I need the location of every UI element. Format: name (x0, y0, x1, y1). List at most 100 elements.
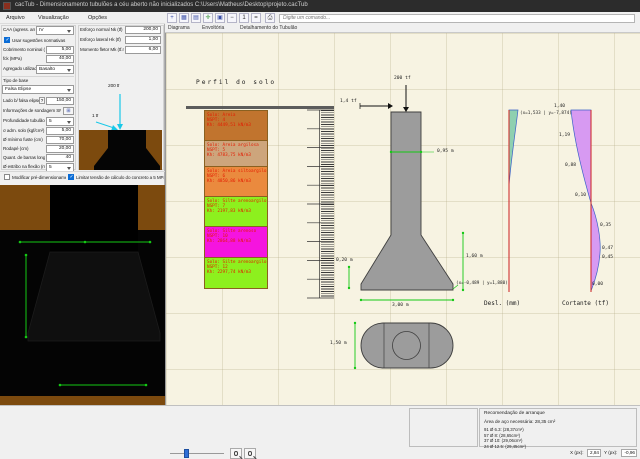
lado-b-input[interactable]: 150,00 (46, 97, 74, 105)
depth-ruler (307, 110, 334, 298)
fck-input[interactable]: 40,00 (46, 55, 74, 63)
fck-label: fck (MPa) (3, 56, 45, 61)
shear-value: 0,00 (592, 282, 603, 287)
agregado-select[interactable]: Basalto (36, 65, 74, 74)
app-icon (3, 2, 11, 10)
caa-label: CAA (agress. ambiental) (3, 27, 35, 32)
esforco-normal-input[interactable]: 200,00 (125, 26, 161, 34)
frame-button[interactable]: ▣ (215, 13, 225, 23)
x-coordinate-value: 2,84 (587, 449, 601, 457)
dim-rodape: 0,20 m (336, 258, 353, 263)
rebar-option: 37 Ø 10: (29,06cm²) (484, 438, 522, 443)
momento-label: Momento fletor Mk (tf.m) (80, 47, 124, 52)
mini-preview-drawing (78, 86, 163, 170)
rebar-option: 57 Ø 8: (28,65cm²) (484, 433, 520, 438)
grid-button[interactable]: ▦ (179, 13, 189, 23)
limitar-checkbox[interactable] (68, 174, 74, 180)
drawing-canvas[interactable]: Perfil do solo Solo: Areia NSPT: 4 Kh: 4… (165, 33, 640, 405)
add-green-button[interactable]: ✛ (203, 13, 213, 23)
minus-button[interactable]: − (227, 13, 237, 23)
profundidade-select[interactable]: 5 (46, 117, 74, 126)
load-arrows (360, 85, 406, 109)
fuste-min-input[interactable]: 70,00 (46, 136, 74, 144)
tipo-base-label: Tipo de base (3, 78, 53, 83)
tab-envoltoria[interactable]: Envoltória (202, 25, 224, 31)
divider (2, 76, 74, 77)
rodape-label: Rodapé (cm) (3, 146, 45, 151)
zoom-slider-track[interactable] (170, 453, 224, 454)
sondagem-button[interactable]: ⊞ (63, 107, 74, 115)
base-coordinate-annotation: (x=-0,489 | y=1,880) (456, 281, 508, 286)
profundidade-label: Profundidade tubulão (m) (3, 118, 45, 123)
add-button[interactable]: + (167, 13, 177, 23)
shear-diagram (571, 110, 600, 292)
displacement-diagram (509, 110, 518, 292)
elevation-lateral-load: 1,4 tf (340, 99, 357, 104)
fuste-min-label: Ø mínimo fuste (cm) (3, 137, 45, 142)
estribo-label: Ø estribo na flexão (mm) (3, 164, 45, 169)
cobrimento-label: Cobrimento nominal (cm) (3, 47, 45, 52)
dim-shaft-diameter: 0,95 m (437, 149, 454, 154)
shear-value: 0,45 (602, 255, 613, 260)
y-coordinate-label: Y (px): (604, 450, 617, 455)
equals-button[interactable]: = (251, 13, 261, 23)
shear-value: 0,88 (565, 163, 576, 168)
spacer-panel (409, 408, 478, 447)
menu-visualizacao[interactable]: Visualização (38, 15, 69, 21)
shear-value: 0,10 (575, 193, 586, 198)
menu-arquivo[interactable]: Arquivo (6, 15, 25, 21)
shear-value: 1,40 (554, 104, 565, 109)
zoom-slider-handle[interactable] (184, 449, 189, 458)
reinforcement-title: Recomendação de arranque (484, 411, 545, 416)
foundation-elevation-shape (361, 112, 453, 290)
modificar-label: Modificar pré-dimensionamento (12, 175, 66, 180)
reinforcement-panel: Recomendação de arranque Área de aço nec… (479, 408, 637, 447)
shear-value: 1,19 (559, 133, 570, 138)
command-input[interactable] (279, 14, 635, 23)
sigma-adm-input[interactable]: 5,00 (46, 127, 74, 135)
tab-detalhamento[interactable]: Detalhamento do Tubulão (240, 25, 297, 31)
zoom-out-button[interactable] (244, 448, 256, 459)
layers-button[interactable]: ▤ (191, 13, 201, 23)
lado-b-label: Lado b/ falsa elipse (cm) (3, 98, 39, 103)
esforco-lateral-label: Esforço lateral Hk (tf) (80, 37, 124, 42)
window-title: cacTub - Dimensionamento tubulões a céu … (15, 2, 308, 8)
sondagem-label: Informações de sondagem SPT ⟶ (3, 108, 61, 114)
divider (0, 171, 165, 172)
norm-suggestions-label: Usar sugestões normativas (12, 38, 74, 43)
shear-value: 0,47 (602, 246, 613, 251)
sigma-adm-label: σ adm. solo (kgf/cm²) (3, 128, 45, 133)
menu-opcoes[interactable]: Opções (88, 15, 107, 21)
barras-input[interactable]: 40 (46, 154, 74, 162)
tipo-base-select[interactable]: Falsa Elipse (2, 85, 74, 94)
caa-select[interactable]: IV (36, 26, 74, 35)
dim-base-width: 3,00 m (392, 303, 409, 308)
rodape-input[interactable]: 20,00 (46, 145, 74, 153)
limitar-label: Limitar tensão de cálculo do concreto a … (76, 175, 164, 180)
parameters-panel: CAA (agress. ambiental) IV Usar sugestõe… (0, 24, 165, 459)
one-button[interactable]: 1 (239, 13, 249, 23)
tab-diagrama[interactable]: Diagrama (168, 25, 190, 31)
dim-base-height: 1,60 m (466, 254, 483, 259)
modificar-checkbox[interactable] (4, 174, 10, 180)
y-coordinate-value: -0,96 (621, 449, 637, 457)
momento-input[interactable]: 6,00 (125, 46, 161, 54)
cobrimento-input[interactable]: 5,00 (46, 46, 74, 54)
displacement-axis-label: Desl. (mm) (484, 300, 520, 307)
shear-axis-label: Cortante (tf) (562, 300, 609, 307)
rebar-option: 24 Ø 12.5: (29,45cm²) (484, 444, 526, 449)
norm-suggestions-checkbox[interactable] (4, 37, 10, 43)
foundation-plan-shape (361, 323, 453, 368)
title-bar: cacTub - Dimensionamento tubulões a céu … (0, 0, 640, 12)
elevation-normal-load: 200 tf (394, 76, 411, 81)
lado-b-help-button[interactable]: ? (39, 97, 45, 104)
zoom-in-button[interactable] (230, 448, 242, 459)
barras-label: Quant. de barras long. (3, 155, 45, 160)
view-tabs: Diagrama Envoltória Detalhamento do Tubu… (165, 24, 640, 33)
canvas-toolbar: + ▦ ▤ ✛ ▣ − 1 = ⎙ (165, 12, 640, 24)
snapshot-button[interactable]: ⎙ (265, 13, 275, 23)
esforco-normal-label: Esforço normal Nk (tf) (80, 27, 124, 32)
esforco-lateral-input[interactable]: 1,00 (125, 36, 161, 44)
dim-plan-width: 1,50 m (330, 341, 347, 346)
foundation-preview-drawing (0, 185, 165, 412)
